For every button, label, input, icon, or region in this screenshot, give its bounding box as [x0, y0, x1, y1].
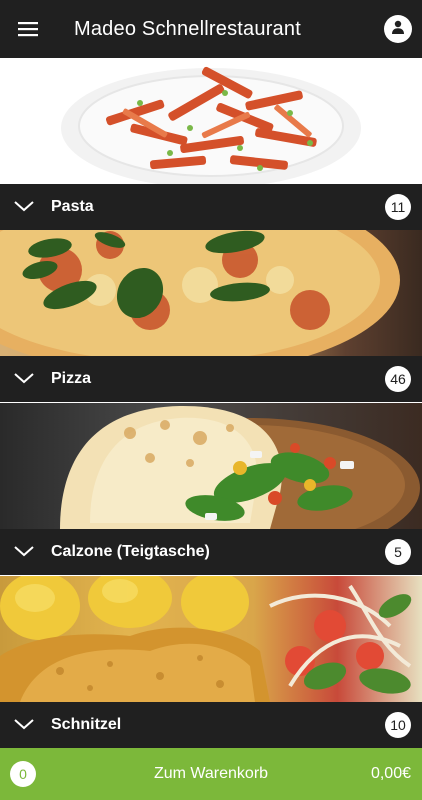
category-bar-schnitzel[interactable]: Schnitzel 10 [0, 702, 422, 748]
chevron-down-icon [14, 717, 34, 736]
category-label: Schnitzel [51, 716, 122, 733]
chevron-down-icon [14, 371, 34, 390]
account-button[interactable] [384, 15, 412, 43]
chevron-down-icon [14, 544, 34, 563]
menu-button[interactable] [0, 0, 56, 58]
category-count-badge: 10 [385, 712, 411, 738]
category-label: Pasta [51, 198, 94, 215]
category-bar-calzone[interactable]: Calzone (Teigtasche) 5 [0, 529, 422, 575]
category-label: Calzone (Teigtasche) [51, 543, 210, 560]
category-label: Pizza [51, 370, 92, 387]
category-pasta[interactable]: Pasta 11 [0, 58, 422, 230]
category-pizza[interactable]: Pizza 46 [0, 230, 422, 402]
cart-button[interactable]: 0 Zum Warenkorb 0,00€ [0, 748, 422, 800]
category-image-pizza [0, 230, 422, 356]
category-image-calzone [0, 403, 422, 529]
hamburger-menu-icon [18, 21, 38, 37]
cart-label: Zum Warenkorb [153, 765, 269, 782]
category-calzone[interactable]: Calzone (Teigtasche) 5 [0, 403, 422, 575]
category-schnitzel[interactable]: Schnitzel 10 [0, 576, 422, 748]
category-image-pasta [0, 58, 422, 184]
cart-total: 0,00€ [370, 765, 411, 782]
app-bar: Madeo Schnellrestaurant [0, 0, 422, 58]
category-count-badge: 11 [385, 194, 411, 220]
category-count-badge: 46 [385, 366, 411, 392]
app-title: Madeo Schnellrestaurant [74, 17, 301, 40]
chevron-down-icon [14, 199, 34, 218]
category-bar-pizza[interactable]: Pizza 46 [0, 356, 422, 402]
category-count-badge: 5 [385, 539, 411, 565]
category-image-schnitzel [0, 576, 422, 702]
user-icon [391, 20, 405, 39]
category-bar-pasta[interactable]: Pasta 11 [0, 184, 422, 230]
